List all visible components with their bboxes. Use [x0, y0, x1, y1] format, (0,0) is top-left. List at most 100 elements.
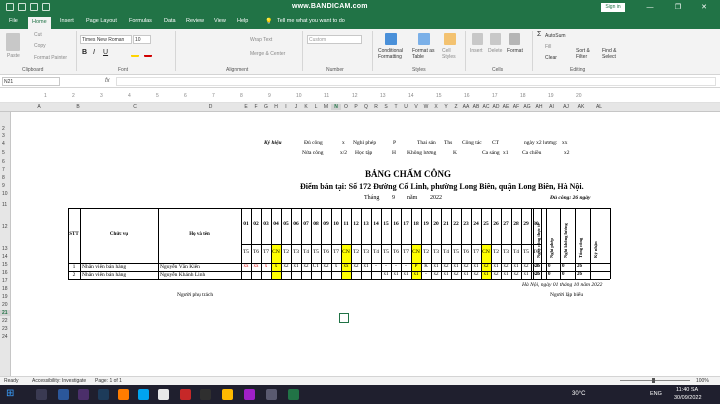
fill-color-icon[interactable] — [131, 50, 139, 57]
attendance-mark[interactable]: - — [391, 264, 401, 269]
attendance-mark[interactable]: xx — [241, 264, 251, 269]
autosum-button[interactable]: AutoSum — [545, 33, 566, 39]
attendance-mark[interactable]: x2 — [471, 272, 481, 277]
attendance-mark[interactable]: - — [401, 264, 411, 269]
app-taskbar-icon[interactable] — [266, 389, 277, 400]
column-header-e[interactable]: E — [241, 104, 251, 110]
attendance-mark[interactable]: x1 — [391, 272, 401, 277]
column-header-o[interactable]: O — [341, 104, 351, 110]
column-header-r[interactable]: R — [371, 104, 381, 110]
column-header-u[interactable]: U — [401, 104, 411, 110]
column-header-ai[interactable]: AI — [545, 104, 558, 110]
language-indicator[interactable]: ENG — [650, 391, 662, 397]
column-header-m[interactable]: M — [321, 104, 331, 110]
row-header-13[interactable]: 13 — [2, 246, 8, 252]
illustrator-taskbar-icon[interactable] — [118, 389, 129, 400]
fill-button[interactable]: Fill — [545, 44, 551, 50]
delete-icon[interactable] — [490, 33, 501, 45]
row-header-3[interactable]: 3 — [2, 133, 5, 139]
tab-help[interactable]: Help — [237, 18, 248, 24]
tab-review[interactable]: Review — [186, 18, 204, 24]
lightroom-taskbar-icon[interactable] — [98, 389, 109, 400]
paste-icon[interactable] — [6, 33, 20, 51]
underline-icon[interactable]: U — [103, 49, 108, 56]
attendance-mark[interactable]: - — [381, 264, 391, 269]
column-header-k[interactable]: K — [301, 104, 311, 110]
zoom-level[interactable]: 100% — [696, 378, 709, 384]
number-format-select[interactable]: Custom — [307, 35, 362, 44]
sort-filter-button[interactable]: Sort & Filter — [576, 48, 598, 60]
attendance-mark[interactable]: x — [271, 264, 281, 269]
clock-date[interactable]: 30/09/2022 — [674, 395, 702, 401]
conditional-formatting-icon[interactable] — [385, 33, 397, 45]
tab-page-layout[interactable]: Page Layout — [86, 18, 117, 24]
column-header-b[interactable]: B — [66, 104, 90, 110]
row-header-2[interactable]: 2 — [2, 126, 5, 132]
attendance-mark[interactable]: - — [371, 264, 381, 269]
format-as-table-icon[interactable] — [418, 33, 430, 45]
row-header-11[interactable]: 11 — [2, 202, 7, 208]
insert-button[interactable]: Insert — [470, 48, 483, 54]
column-header-s[interactable]: S — [381, 104, 391, 110]
column-header-ak[interactable]: AK — [574, 104, 588, 110]
attendance-mark[interactable]: x1 — [411, 272, 421, 277]
find-select-button[interactable]: Find & Select — [602, 48, 624, 60]
attendance-mark[interactable]: x1 — [481, 272, 491, 277]
column-header-ad[interactable]: AD — [491, 104, 501, 110]
attendance-mark[interactable]: x1 — [361, 264, 371, 269]
attendance-mark[interactable]: x1 — [401, 272, 411, 277]
font-color-icon[interactable] — [144, 50, 152, 57]
tab-formulas[interactable]: Formulas — [129, 18, 152, 24]
attendance-mark[interactable]: xx — [341, 264, 351, 269]
premiere-taskbar-icon[interactable] — [78, 389, 89, 400]
column-header-j[interactable]: J — [291, 104, 301, 110]
row-header-16[interactable]: 16 — [2, 270, 8, 276]
save-icon[interactable] — [18, 3, 26, 11]
bandicam-taskbar-icon[interactable] — [180, 389, 191, 400]
attendance-mark[interactable]: x2 — [351, 264, 361, 269]
fx-icon[interactable]: fx — [105, 78, 110, 84]
column-header-a[interactable]: A — [12, 104, 66, 110]
column-header-al[interactable]: AL — [588, 104, 610, 110]
attendance-mark[interactable]: x — [261, 264, 271, 269]
row-header-22[interactable]: 22 — [2, 318, 8, 324]
tab-data[interactable]: Data — [164, 18, 176, 24]
attendance-mark[interactable]: x1 — [521, 272, 531, 277]
attendance-mark[interactable]: x2 — [441, 264, 451, 269]
font-name-select[interactable]: Times New Roman — [80, 35, 132, 44]
column-header-c[interactable]: C — [90, 104, 180, 110]
attendance-mark[interactable]: x1 — [291, 264, 301, 269]
column-header-p[interactable]: P — [351, 104, 361, 110]
column-header-aj[interactable]: AJ — [558, 104, 574, 110]
attendance-mark[interactable]: x2 — [501, 264, 511, 269]
attendance-mark[interactable]: x1 — [451, 264, 461, 269]
row-header-24[interactable]: 24 — [2, 334, 8, 340]
conditional-formatting-button[interactable]: Conditional Formatting — [378, 48, 408, 60]
name-box[interactable]: N21 — [2, 77, 60, 86]
merge-center-button[interactable]: Merge & Center — [250, 51, 285, 57]
column-header-d[interactable]: D — [180, 104, 241, 110]
attendance-mark[interactable]: x2 — [481, 264, 491, 269]
column-header-h[interactable]: H — [271, 104, 281, 110]
column-header-n[interactable]: N — [331, 104, 341, 110]
font-size-select[interactable]: 10 — [133, 35, 151, 44]
row-header-10[interactable]: 10 — [2, 191, 8, 197]
tell-me-search[interactable]: Tell me what you want to do — [277, 18, 345, 24]
column-header-v[interactable]: V — [411, 104, 421, 110]
tab-view[interactable]: View — [214, 18, 226, 24]
attendance-mark[interactable]: K — [421, 264, 431, 269]
explorer-taskbar-icon[interactable] — [222, 389, 233, 400]
zoom-slider-thumb[interactable] — [652, 378, 655, 383]
column-header-ae[interactable]: AE — [501, 104, 511, 110]
column-header-q[interactable]: Q — [361, 104, 371, 110]
row-header-23[interactable]: 23 — [2, 326, 8, 332]
attendance-mark[interactable]: - — [421, 272, 431, 277]
cut-button[interactable]: Cut — [34, 32, 42, 38]
row-header-17[interactable]: 17 — [2, 278, 8, 284]
minimize-icon[interactable]: — — [644, 3, 656, 12]
attendance-mark[interactable]: x1 — [511, 264, 521, 269]
copy-button[interactable]: Copy — [34, 43, 46, 49]
edge-taskbar-icon[interactable] — [138, 389, 149, 400]
delete-button[interactable]: Delete — [488, 48, 502, 54]
column-header-ac[interactable]: AC — [481, 104, 491, 110]
